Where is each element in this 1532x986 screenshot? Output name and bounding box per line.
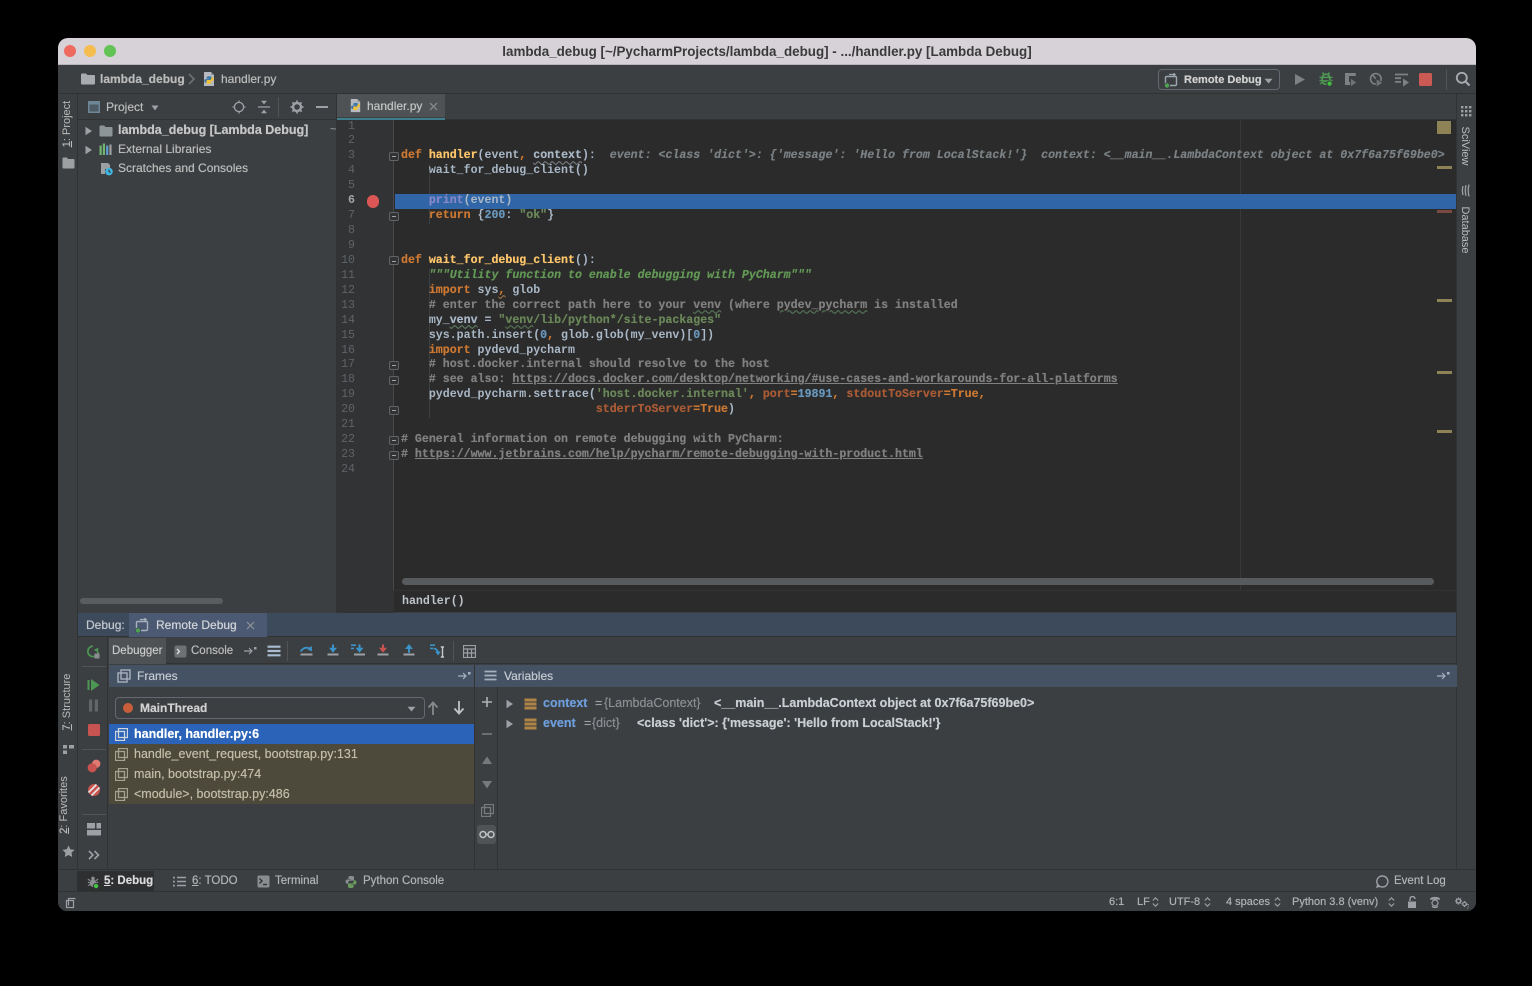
svg-text:?: ? [1466, 904, 1469, 909]
